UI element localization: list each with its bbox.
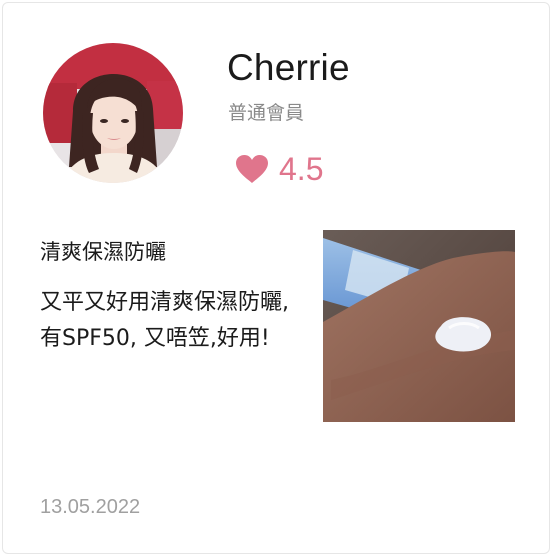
avatar[interactable]	[43, 43, 183, 183]
review-date: 13.05.2022	[40, 496, 141, 518]
review-photo[interactable]	[323, 230, 515, 422]
membership-level: 普通會員	[228, 102, 305, 124]
avatar-photo	[43, 43, 183, 183]
review-title: 清爽保濕防曬	[40, 240, 166, 264]
rating: 4.5	[235, 149, 323, 189]
review-card: Cherrie 普通會員 4.5 清爽保濕防曬 又平又好用清爽保濕防曬,有SPF…	[2, 2, 550, 554]
rating-value: 4.5	[279, 151, 324, 187]
reviewer-name: Cherrie	[227, 47, 350, 88]
heart-icon	[236, 155, 268, 183]
review-photo-image	[323, 230, 515, 422]
review-body: 又平又好用清爽保濕防曬,有SPF50, 又唔笠,好用!	[40, 290, 289, 351]
